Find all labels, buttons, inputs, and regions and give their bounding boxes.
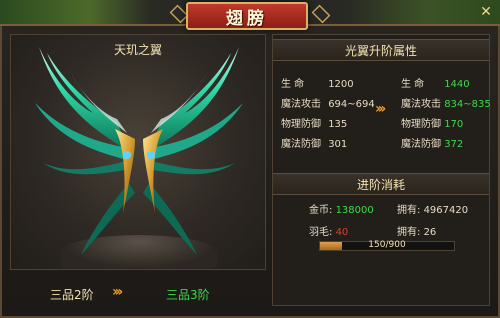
- upgrade-arrow-icon: ›››: [375, 101, 386, 117]
- next-stat-hp: 生 命 1440: [401, 79, 470, 90]
- right-gem-icon: [147, 151, 155, 159]
- attributes-panel: 光翼升阶属性 生 命 1200 魔法攻击 694~694 物理防御 135 魔法…: [272, 34, 491, 306]
- cost-heading: 进阶消耗: [273, 173, 489, 195]
- window-title-plate: 翅膀: [186, 2, 308, 30]
- current-stat-magic-attack: 魔法攻击 694~694: [281, 99, 375, 110]
- next-tier: 三品3阶: [166, 288, 210, 302]
- next-stat-magic-attack: 魔法攻击 834~835: [401, 99, 491, 110]
- feather-cost: 羽毛: 40: [309, 227, 349, 238]
- progress-text: 150/900: [368, 240, 406, 250]
- wing-preview-panel: 天玑之翼: [10, 34, 266, 270]
- next-stat-magic-def: 魔法防御 372: [401, 139, 464, 150]
- current-tier: 三品2阶: [50, 288, 94, 302]
- close-button[interactable]: ✕: [476, 2, 496, 22]
- left-gem-icon: [123, 151, 131, 159]
- left-wing: [35, 47, 135, 255]
- attributes-heading: 光翼升阶属性: [273, 39, 489, 61]
- current-stat-hp: 生 命 1200: [281, 79, 354, 90]
- right-wing: [143, 47, 243, 255]
- gold-cost: 金币: 138000: [309, 205, 374, 216]
- tier-arrow-icon: ›››: [112, 284, 123, 300]
- current-stat-magic-def: 魔法防御 301: [281, 139, 348, 150]
- feather-owned: 拥有: 26: [397, 227, 437, 238]
- window-title: 翅膀: [226, 8, 268, 29]
- close-icon: ✕: [480, 4, 492, 20]
- next-stat-phys-def: 物理防御 170: [401, 119, 464, 130]
- gold-owned: 拥有: 4967420: [397, 205, 469, 216]
- current-stat-phys-def: 物理防御 135: [281, 119, 348, 130]
- wings-illustration: [35, 47, 243, 255]
